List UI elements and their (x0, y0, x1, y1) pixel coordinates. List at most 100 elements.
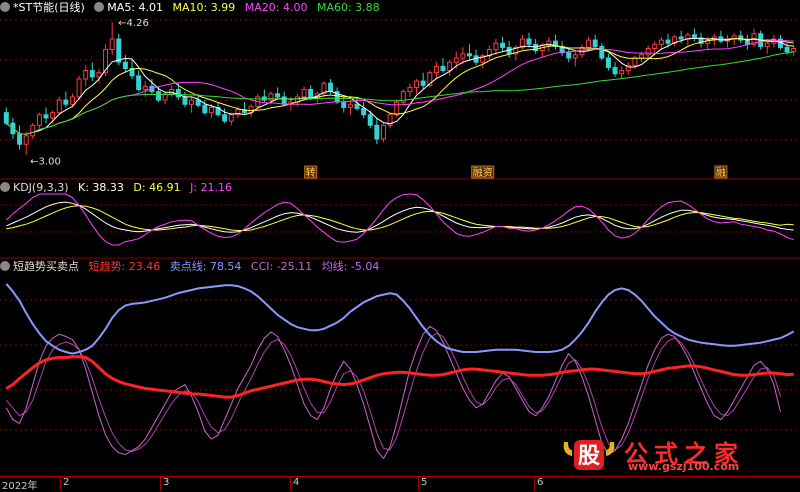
x-label-3: 4 (293, 477, 300, 488)
kdj-settings-icon[interactable] (0, 182, 10, 192)
candle-body (361, 107, 367, 116)
kdj-title: KDJ(9,3,3) (13, 181, 69, 194)
trend-settings-icon[interactable] (0, 261, 10, 271)
candle-body (764, 42, 770, 47)
candle-body (228, 114, 234, 122)
candle-body (374, 124, 380, 140)
candle-body (136, 75, 142, 91)
candle-body (420, 80, 426, 86)
stock-chart: ←4.26 ←3.00 转 融资 融 (0, 18, 800, 460)
candle-body (83, 70, 89, 80)
candle-body (301, 89, 307, 98)
candle-body (347, 103, 353, 108)
x-label-1: 2 (63, 477, 70, 488)
candle-body (222, 114, 228, 122)
trend-title: 短趋势买卖点 (13, 260, 79, 273)
x-tick (418, 477, 419, 491)
ma20-line (5, 39, 794, 135)
candle-body (466, 53, 472, 57)
candle-body (3, 112, 9, 124)
candle-body (665, 39, 671, 44)
watermark: 股 公式之家 www.gszj100.com (560, 436, 780, 474)
trend-sell-value: 卖点线: 78.54 (169, 260, 242, 273)
candle-body (599, 45, 605, 59)
chart-grid (0, 19, 800, 431)
trend-short-line (5, 355, 794, 399)
x-label-4: 5 (421, 477, 428, 488)
candle-body (586, 39, 592, 48)
candle-body (738, 35, 744, 41)
candle-body (619, 70, 625, 75)
candle-body (43, 114, 49, 119)
candle-body (433, 65, 439, 74)
bull-logo-icon: 股 (563, 440, 615, 470)
trend-short-value: 短趋势: 23.46 (88, 260, 161, 273)
trend-header: 短趋势买卖点 短趋势: 23.46 卖点线: 78.54 CCI: -25.11… (0, 260, 385, 274)
candle-body (341, 101, 347, 108)
candle-body (122, 61, 128, 69)
svg-text:股: 股 (578, 444, 600, 469)
kdj-k-value: K: 38.33 (78, 181, 124, 194)
candle-body (592, 39, 598, 47)
trend-lines (5, 283, 795, 460)
candle-body (652, 43, 658, 50)
candle-body (109, 38, 115, 51)
ma5-value: MA5: 4.01 (107, 1, 164, 14)
trend-avg-value: 均线: -5.04 (321, 260, 380, 273)
candle-body (56, 99, 62, 114)
candle-body (175, 89, 181, 98)
ma60-value: MA60: 3.88 (316, 1, 380, 14)
menu-icon[interactable] (0, 2, 10, 12)
indicator-settings-icon[interactable] (94, 2, 105, 12)
candle-body (566, 52, 572, 59)
candle-body (50, 112, 56, 119)
candle-body (30, 124, 36, 137)
event-markers: 转 融资 融 (304, 165, 728, 179)
x-tick (160, 477, 161, 491)
event-marker-label: 转 (306, 166, 316, 179)
candle-body (447, 61, 453, 72)
candle-body (23, 135, 29, 145)
low-price-label: ←3.00 (30, 157, 61, 168)
candle-body (17, 133, 23, 145)
candle-body (182, 96, 188, 105)
candle-body (308, 89, 314, 99)
kdj-d-line (6, 205, 794, 231)
candle-body (658, 39, 664, 45)
x-tick (290, 477, 291, 491)
candle-body (36, 114, 42, 126)
stock-title: *ST节能(日线) (13, 1, 85, 14)
candle-body (572, 54, 578, 59)
candle-body (453, 57, 459, 63)
ma20-value: MA20: 4.00 (244, 1, 308, 14)
event-marker-label: 融 (716, 167, 726, 179)
x-label-2: 3 (163, 477, 170, 488)
x-axis: 2022年 2 3 4 5 6 (0, 476, 800, 492)
candle-body (784, 46, 790, 53)
main-header: *ST节能(日线) MA5: 4.01 MA10: 3.99 MA20: 4.0… (0, 1, 386, 15)
kdj-lines (5, 193, 794, 246)
candle-body (156, 91, 161, 101)
candle-body (69, 96, 75, 105)
candle-body (493, 42, 499, 51)
candle-body (328, 82, 334, 93)
candle-body (76, 78, 82, 98)
trend-cci-value: CCI: -25.11 (250, 260, 313, 273)
high-price-label: ←4.26 (118, 18, 149, 29)
candle-body (142, 85, 148, 91)
kdj-d-value: D: 46.91 (133, 181, 181, 194)
candle-body (639, 54, 644, 59)
candle-body (380, 124, 386, 140)
candle-body (189, 99, 195, 105)
candle-body (116, 38, 122, 63)
candle-body (96, 72, 102, 78)
candle-body (460, 53, 466, 59)
event-marker-label: 融资 (473, 167, 493, 179)
candle-body (678, 36, 684, 40)
candle-body (440, 65, 446, 72)
x-tick (534, 477, 535, 491)
candle-body (414, 80, 420, 88)
candle-body (645, 48, 651, 56)
candle-body (605, 57, 611, 68)
candle-body (394, 101, 400, 116)
